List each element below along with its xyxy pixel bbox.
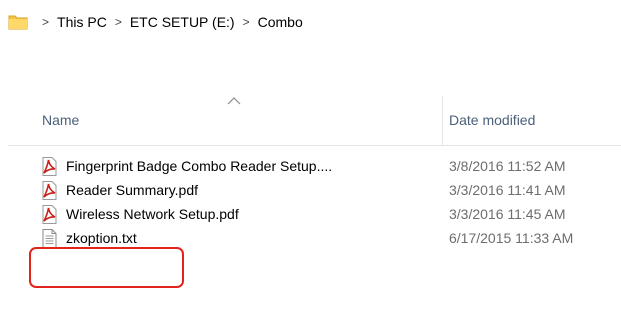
column-name[interactable]: Name — [42, 112, 79, 128]
file-date: 3/8/2016 11:52 AM — [449, 158, 566, 174]
file-row[interactable]: zkoption.txt 6/17/2015 11:33 AM — [0, 226, 621, 250]
file-name: Wireless Network Setup.pdf — [66, 206, 239, 222]
breadcrumb-this-pc[interactable]: This PC — [57, 14, 107, 30]
pdf-icon — [42, 205, 57, 224]
breadcrumb-drive[interactable]: ETC SETUP (E:) — [130, 14, 235, 30]
file-row[interactable]: Reader Summary.pdf 3/3/2016 11:41 AM — [0, 178, 621, 202]
file-date: 3/3/2016 11:45 AM — [449, 206, 566, 222]
file-name: Reader Summary.pdf — [66, 182, 199, 198]
chevron-right-icon: > — [42, 15, 50, 29]
file-date: 6/17/2015 11:33 AM — [449, 230, 574, 246]
pdf-icon — [42, 181, 57, 200]
text-file-icon — [42, 229, 57, 248]
column-divider[interactable] — [442, 96, 443, 145]
file-name: zkoption.txt — [66, 230, 137, 246]
file-list: Fingerprint Badge Combo Reader Setup....… — [0, 154, 621, 250]
file-name: Fingerprint Badge Combo Reader Setup.... — [66, 158, 333, 174]
pdf-icon — [42, 157, 57, 176]
chevron-right-icon: > — [114, 15, 122, 29]
chevron-right-icon: > — [242, 15, 250, 29]
file-date: 3/3/2016 11:41 AM — [449, 182, 566, 198]
column-date-modified[interactable]: Date modified — [449, 112, 535, 128]
file-row[interactable]: Fingerprint Badge Combo Reader Setup....… — [0, 154, 621, 178]
sort-ascending-icon — [227, 97, 241, 105]
column-header: Name Date modified — [8, 96, 621, 146]
breadcrumb: > This PC > ETC SETUP (E:) > Combo — [0, 0, 621, 44]
file-row[interactable]: Wireless Network Setup.pdf 3/3/2016 11:4… — [0, 202, 621, 226]
folder-icon — [8, 15, 28, 30]
breadcrumb-folder[interactable]: Combo — [258, 14, 303, 30]
highlight-box — [29, 247, 184, 288]
